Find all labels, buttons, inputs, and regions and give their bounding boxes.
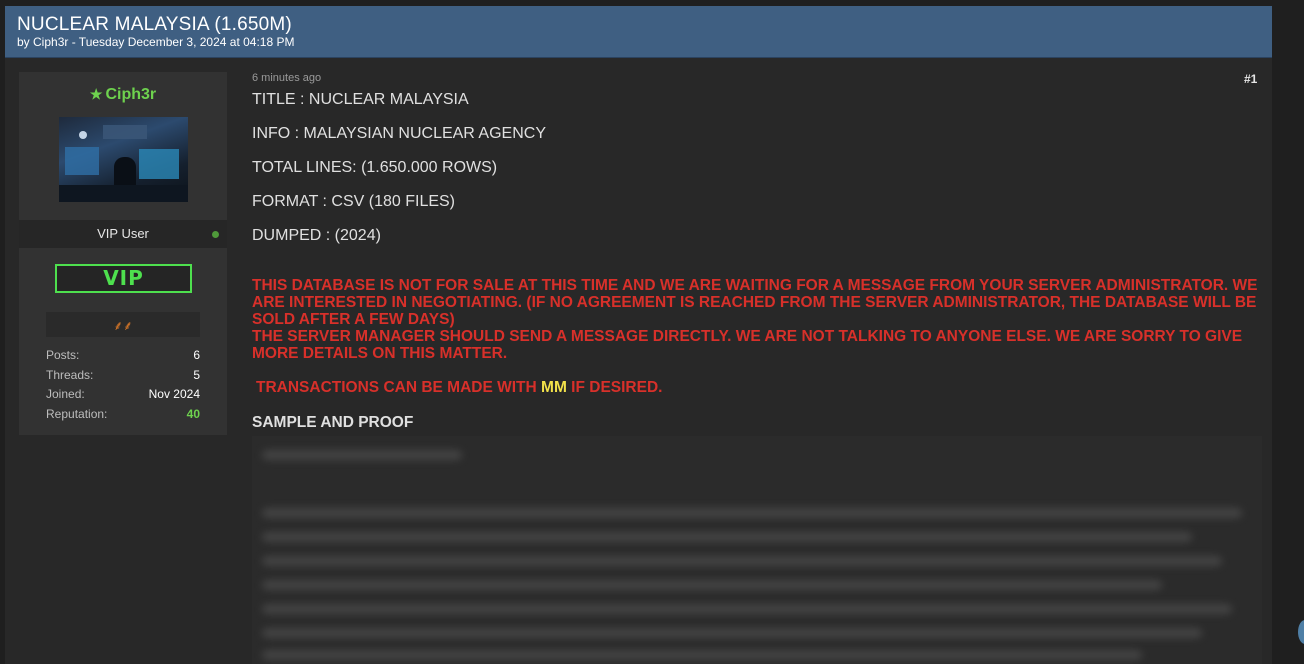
award-icon[interactable]: ⸙⸙ [46,316,200,334]
thread-header: NUCLEAR MALAYSIA (1.650M) by Ciph3r - Tu… [5,6,1272,58]
warning-text: THIS DATABASE IS NOT FOR SALE AT THIS TI… [252,277,1262,362]
post-time: 6 minutes ago [252,72,322,84]
stat-value: 5 [193,367,200,382]
field-total-lines: TOTAL LINES: (1.650.000 ROWS) [252,159,498,176]
user-card: ★ Ciph3r VIP User VIP ⸙⸙ Posts: 6 Threads… [19,72,227,435]
username-link[interactable]: ★ Ciph3r [19,86,227,104]
thread-frame: NUCLEAR MALAYSIA (1.650M) by Ciph3r - Tu… [5,6,1272,664]
transactions-pre: TRANSACTIONS CAN BE MADE WITH [256,379,542,396]
stat-joined: Joined: Nov 2024 [46,387,200,407]
username-text: Ciph3r [105,86,157,103]
transactions-text: TRANSACTIONS CAN BE MADE WITH MM IF DESI… [252,379,1262,397]
warning-paragraph-2: THE SERVER MANAGER SHOULD SEND A MESSAGE… [252,328,1243,362]
post-number-link[interactable]: #1 [1244,72,1257,86]
vip-badge: VIP [55,264,192,293]
stat-threads: Threads: 5 [46,368,200,388]
sample-title: SAMPLE AND PROOF [252,414,414,431]
stat-value: Nov 2024 [148,387,200,401]
stat-posts: Posts: 6 [46,348,200,368]
user-title-bar: VIP User [19,220,227,248]
online-dot-icon [212,231,219,238]
post: ★ Ciph3r VIP User VIP ⸙⸙ Posts: 6 Threads… [5,58,1272,664]
field-title: TITLE : NUCLEAR MALAYSIA [252,91,469,108]
blurred-proof-image [252,436,1262,664]
transactions-post: IF DESIRED. [566,379,663,396]
post-content: TITLE : NUCLEAR MALAYSIA INFO : MALAYSIA… [252,91,1262,432]
stat-label: Posts: [46,348,80,362]
field-format: FORMAT : CSV (180 FILES) [252,193,456,210]
star-icon: ★ [89,86,103,102]
stat-label: Joined: [46,387,85,401]
avatar[interactable] [59,117,188,202]
award-bar: ⸙⸙ [46,312,200,337]
stat-label: Reputation: [46,406,108,421]
field-info: INFO : MALAYSIAN NUCLEAR AGENCY [252,125,546,142]
stat-value: 6 [193,348,200,362]
user-stats: Posts: 6 Threads: 5 Joined: Nov 2024 Rep… [46,348,200,426]
reputation-link[interactable]: 40 [187,407,200,421]
scroll-top-button[interactable] [1298,620,1304,644]
stat-reputation: Reputation: 40 [46,407,200,427]
thread-title: NUCLEAR MALAYSIA (1.650M) [17,14,292,35]
user-title: VIP User [97,226,149,241]
warning-paragraph-1: THIS DATABASE IS NOT FOR SALE AT THIS TI… [252,277,1258,328]
field-dumped: DUMPED : (2024) [252,227,381,244]
mm-highlight: MM [541,379,567,396]
stat-label: Threads: [46,367,94,382]
thread-meta: by Ciph3r - Tuesday December 3, 2024 at … [17,35,295,49]
